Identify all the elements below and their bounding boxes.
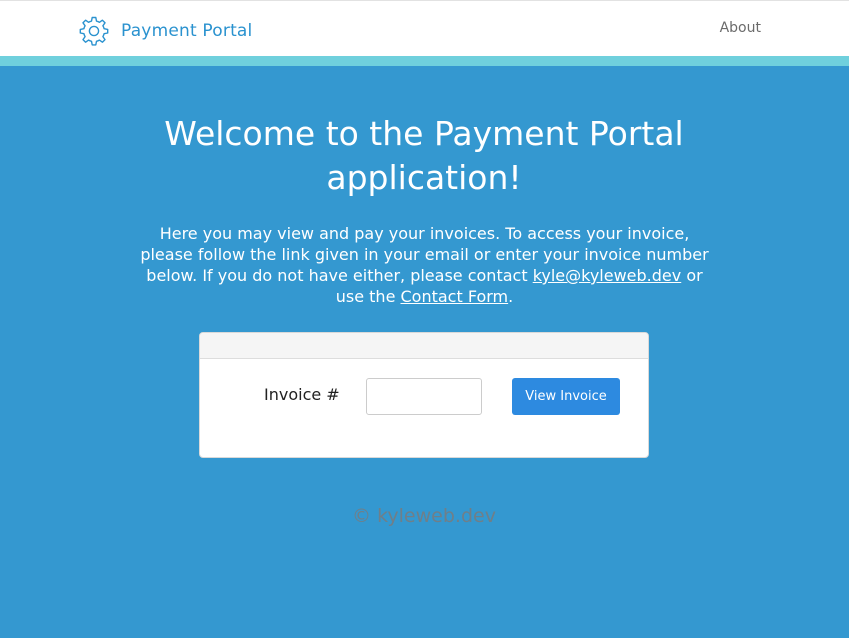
invoice-card: Invoice # View Invoice	[199, 332, 649, 458]
intro-text-end: .	[508, 287, 514, 306]
brand-title: Payment Portal	[121, 21, 253, 41]
page-title: Welcome to the Payment Portal applicatio…	[164, 114, 684, 197]
invoice-card-header	[200, 333, 648, 359]
navbar: Payment Portal About	[0, 0, 849, 56]
view-invoice-button[interactable]: View Invoice	[512, 378, 620, 415]
intro-text: Here you may view and pay your invoices.…	[139, 223, 710, 307]
email-link[interactable]: kyle@kyleweb.dev	[533, 266, 682, 285]
navbar-accent-bar	[0, 56, 849, 66]
nav-about-link[interactable]: About	[720, 20, 761, 36]
footer-copyright: © kyleweb.dev	[352, 505, 496, 527]
invoice-number-input[interactable]	[366, 378, 482, 415]
invoice-number-label: Invoice #	[264, 385, 340, 404]
brand-link[interactable]: Payment Portal	[78, 15, 252, 47]
gear-icon	[78, 15, 110, 47]
contact-form-link[interactable]: Contact Form	[401, 287, 509, 306]
page-background	[0, 0, 849, 638]
